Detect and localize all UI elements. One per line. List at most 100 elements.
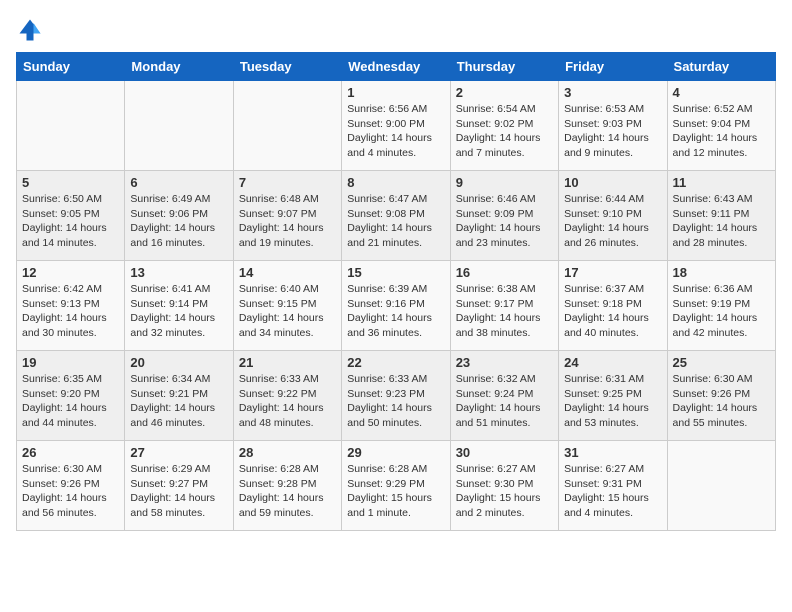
- day-cell: 24Sunrise: 6:31 AM Sunset: 9:25 PM Dayli…: [559, 351, 667, 441]
- day-number: 23: [456, 355, 553, 370]
- day-info: Sunrise: 6:38 AM Sunset: 9:17 PM Dayligh…: [456, 282, 553, 341]
- day-cell: 31 Sunrise: 6:27 AM Sunset: 9:31 PM Dayli…: [559, 441, 667, 531]
- day-cell: 8Sunrise: 6:47 AM Sunset: 9:08 PM Daylig…: [342, 171, 450, 261]
- day-info: Sunrise: 6:37 AM Sunset: 9:18 PM Dayligh…: [564, 282, 661, 341]
- day-cell: 9Sunrise: 6:46 AM Sunset: 9:09 PM Daylig…: [450, 171, 558, 261]
- day-number: 26: [22, 445, 119, 460]
- day-number: 25: [673, 355, 770, 370]
- calendar-table: SundayMondayTuesdayWednesdayThursdayFrid…: [16, 52, 776, 531]
- day-number: 19: [22, 355, 119, 370]
- day-number: 14: [239, 265, 336, 280]
- day-cell: 17 Sunrise: 6:37 AM Sunset: 9:18 PM Dayli…: [559, 261, 667, 351]
- day-info: Sunrise: 6:33 AM Sunset: 9:22 PM Dayligh…: [239, 372, 336, 431]
- day-number: 11: [673, 175, 770, 190]
- day-cell: 2 Sunrise: 6:54 AM Sunset: 9:02 PM Daylig…: [450, 81, 558, 171]
- day-number: 15: [347, 265, 444, 280]
- day-cell: 29 Sunrise: 6:28 AM Sunset: 9:29 PM Dayli…: [342, 441, 450, 531]
- header-row: SundayMondayTuesdayWednesdayThursdayFrid…: [17, 53, 776, 81]
- day-cell: 4 Sunrise: 6:52 AM Sunset: 9:04 PM Daylig…: [667, 81, 775, 171]
- day-cell: 16Sunrise: 6:38 AM Sunset: 9:17 PM Dayli…: [450, 261, 558, 351]
- day-info: Sunrise: 6:32 AM Sunset: 9:24 PM Dayligh…: [456, 372, 553, 431]
- day-cell: 25 Sunrise: 6:30 AM Sunset: 9:26 PM Dayli…: [667, 351, 775, 441]
- day-number: 2: [456, 85, 553, 100]
- day-number: 12: [22, 265, 119, 280]
- day-info: Sunrise: 6:28 AM Sunset: 9:28 PM Dayligh…: [239, 462, 336, 521]
- week-row-3: 12 Sunrise: 6:42 AM Sunset: 9:13 PM Dayli…: [17, 261, 776, 351]
- header-cell-monday: Monday: [125, 53, 233, 81]
- day-number: 1: [347, 85, 444, 100]
- day-cell: 14 Sunrise: 6:40 AM Sunset: 9:15 PM Dayli…: [233, 261, 341, 351]
- day-info: Sunrise: 6:33 AM Sunset: 9:23 PM Dayligh…: [347, 372, 444, 431]
- day-number: 7: [239, 175, 336, 190]
- day-cell: [125, 81, 233, 171]
- header-cell-wednesday: Wednesday: [342, 53, 450, 81]
- day-cell: 13 Sunrise: 6:41 AM Sunset: 9:14 PM Dayli…: [125, 261, 233, 351]
- day-number: 28: [239, 445, 336, 460]
- day-cell: 3 Sunrise: 6:53 AM Sunset: 9:03 PM Daylig…: [559, 81, 667, 171]
- day-info: Sunrise: 6:49 AM Sunset: 9:06 PM Dayligh…: [130, 192, 227, 251]
- day-number: 30: [456, 445, 553, 460]
- day-cell: 11 Sunrise: 6:43 AM Sunset: 9:11 PM Dayli…: [667, 171, 775, 261]
- day-info: Sunrise: 6:42 AM Sunset: 9:13 PM Dayligh…: [22, 282, 119, 341]
- day-cell: 1 Sunrise: 6:56 AM Sunset: 9:00 PM Daylig…: [342, 81, 450, 171]
- day-info: Sunrise: 6:48 AM Sunset: 9:07 PM Dayligh…: [239, 192, 336, 251]
- day-cell: 12 Sunrise: 6:42 AM Sunset: 9:13 PM Dayli…: [17, 261, 125, 351]
- day-info: Sunrise: 6:52 AM Sunset: 9:04 PM Dayligh…: [673, 102, 770, 161]
- week-row-1: 1 Sunrise: 6:56 AM Sunset: 9:00 PM Daylig…: [17, 81, 776, 171]
- day-number: 13: [130, 265, 227, 280]
- day-info: Sunrise: 6:41 AM Sunset: 9:14 PM Dayligh…: [130, 282, 227, 341]
- day-info: Sunrise: 6:53 AM Sunset: 9:03 PM Dayligh…: [564, 102, 661, 161]
- page-header: [16, 16, 776, 44]
- day-cell: 19 Sunrise: 6:35 AM Sunset: 9:20 PM Dayli…: [17, 351, 125, 441]
- header-cell-sunday: Sunday: [17, 53, 125, 81]
- week-row-5: 26 Sunrise: 6:30 AM Sunset: 9:26 PM Dayli…: [17, 441, 776, 531]
- header-cell-tuesday: Tuesday: [233, 53, 341, 81]
- day-info: Sunrise: 6:43 AM Sunset: 9:11 PM Dayligh…: [673, 192, 770, 251]
- day-info: Sunrise: 6:27 AM Sunset: 9:30 PM Dayligh…: [456, 462, 553, 521]
- day-number: 29: [347, 445, 444, 460]
- day-info: Sunrise: 6:47 AM Sunset: 9:08 PM Dayligh…: [347, 192, 444, 251]
- week-row-4: 19 Sunrise: 6:35 AM Sunset: 9:20 PM Dayli…: [17, 351, 776, 441]
- day-info: Sunrise: 6:35 AM Sunset: 9:20 PM Dayligh…: [22, 372, 119, 431]
- day-info: Sunrise: 6:50 AM Sunset: 9:05 PM Dayligh…: [22, 192, 119, 251]
- day-number: 17: [564, 265, 661, 280]
- day-cell: 26 Sunrise: 6:30 AM Sunset: 9:26 PM Dayli…: [17, 441, 125, 531]
- day-cell: 27 Sunrise: 6:29 AM Sunset: 9:27 PM Dayli…: [125, 441, 233, 531]
- day-info: Sunrise: 6:30 AM Sunset: 9:26 PM Dayligh…: [22, 462, 119, 521]
- day-number: 9: [456, 175, 553, 190]
- week-row-2: 5 Sunrise: 6:50 AM Sunset: 9:05 PM Daylig…: [17, 171, 776, 261]
- day-info: Sunrise: 6:54 AM Sunset: 9:02 PM Dayligh…: [456, 102, 553, 161]
- day-cell: 18Sunrise: 6:36 AM Sunset: 9:19 PM Dayli…: [667, 261, 775, 351]
- header-cell-saturday: Saturday: [667, 53, 775, 81]
- day-number: 31: [564, 445, 661, 460]
- day-info: Sunrise: 6:40 AM Sunset: 9:15 PM Dayligh…: [239, 282, 336, 341]
- day-number: 5: [22, 175, 119, 190]
- day-cell: 20 Sunrise: 6:34 AM Sunset: 9:21 PM Dayli…: [125, 351, 233, 441]
- day-cell: 23 Sunrise: 6:32 AM Sunset: 9:24 PM Dayli…: [450, 351, 558, 441]
- day-info: Sunrise: 6:29 AM Sunset: 9:27 PM Dayligh…: [130, 462, 227, 521]
- day-cell: [17, 81, 125, 171]
- day-cell: [667, 441, 775, 531]
- day-number: 27: [130, 445, 227, 460]
- day-cell: 30 Sunrise: 6:27 AM Sunset: 9:30 PM Dayli…: [450, 441, 558, 531]
- day-number: 3: [564, 85, 661, 100]
- day-number: 4: [673, 85, 770, 100]
- day-cell: 6 Sunrise: 6:49 AM Sunset: 9:06 PM Daylig…: [125, 171, 233, 261]
- day-number: 6: [130, 175, 227, 190]
- header-cell-thursday: Thursday: [450, 53, 558, 81]
- day-number: 20: [130, 355, 227, 370]
- day-info: Sunrise: 6:30 AM Sunset: 9:26 PM Dayligh…: [673, 372, 770, 431]
- day-info: Sunrise: 6:56 AM Sunset: 9:00 PM Dayligh…: [347, 102, 444, 161]
- day-number: 21: [239, 355, 336, 370]
- day-number: 22: [347, 355, 444, 370]
- logo-icon: [16, 16, 44, 44]
- header-cell-friday: Friday: [559, 53, 667, 81]
- day-cell: 7 Sunrise: 6:48 AM Sunset: 9:07 PM Daylig…: [233, 171, 341, 261]
- day-info: Sunrise: 6:44 AM Sunset: 9:10 PM Dayligh…: [564, 192, 661, 251]
- day-cell: [233, 81, 341, 171]
- day-cell: 28 Sunrise: 6:28 AM Sunset: 9:28 PM Dayli…: [233, 441, 341, 531]
- day-number: 10: [564, 175, 661, 190]
- day-info: Sunrise: 6:28 AM Sunset: 9:29 PM Dayligh…: [347, 462, 444, 521]
- day-info: Sunrise: 6:27 AM Sunset: 9:31 PM Dayligh…: [564, 462, 661, 521]
- day-info: Sunrise: 6:34 AM Sunset: 9:21 PM Dayligh…: [130, 372, 227, 431]
